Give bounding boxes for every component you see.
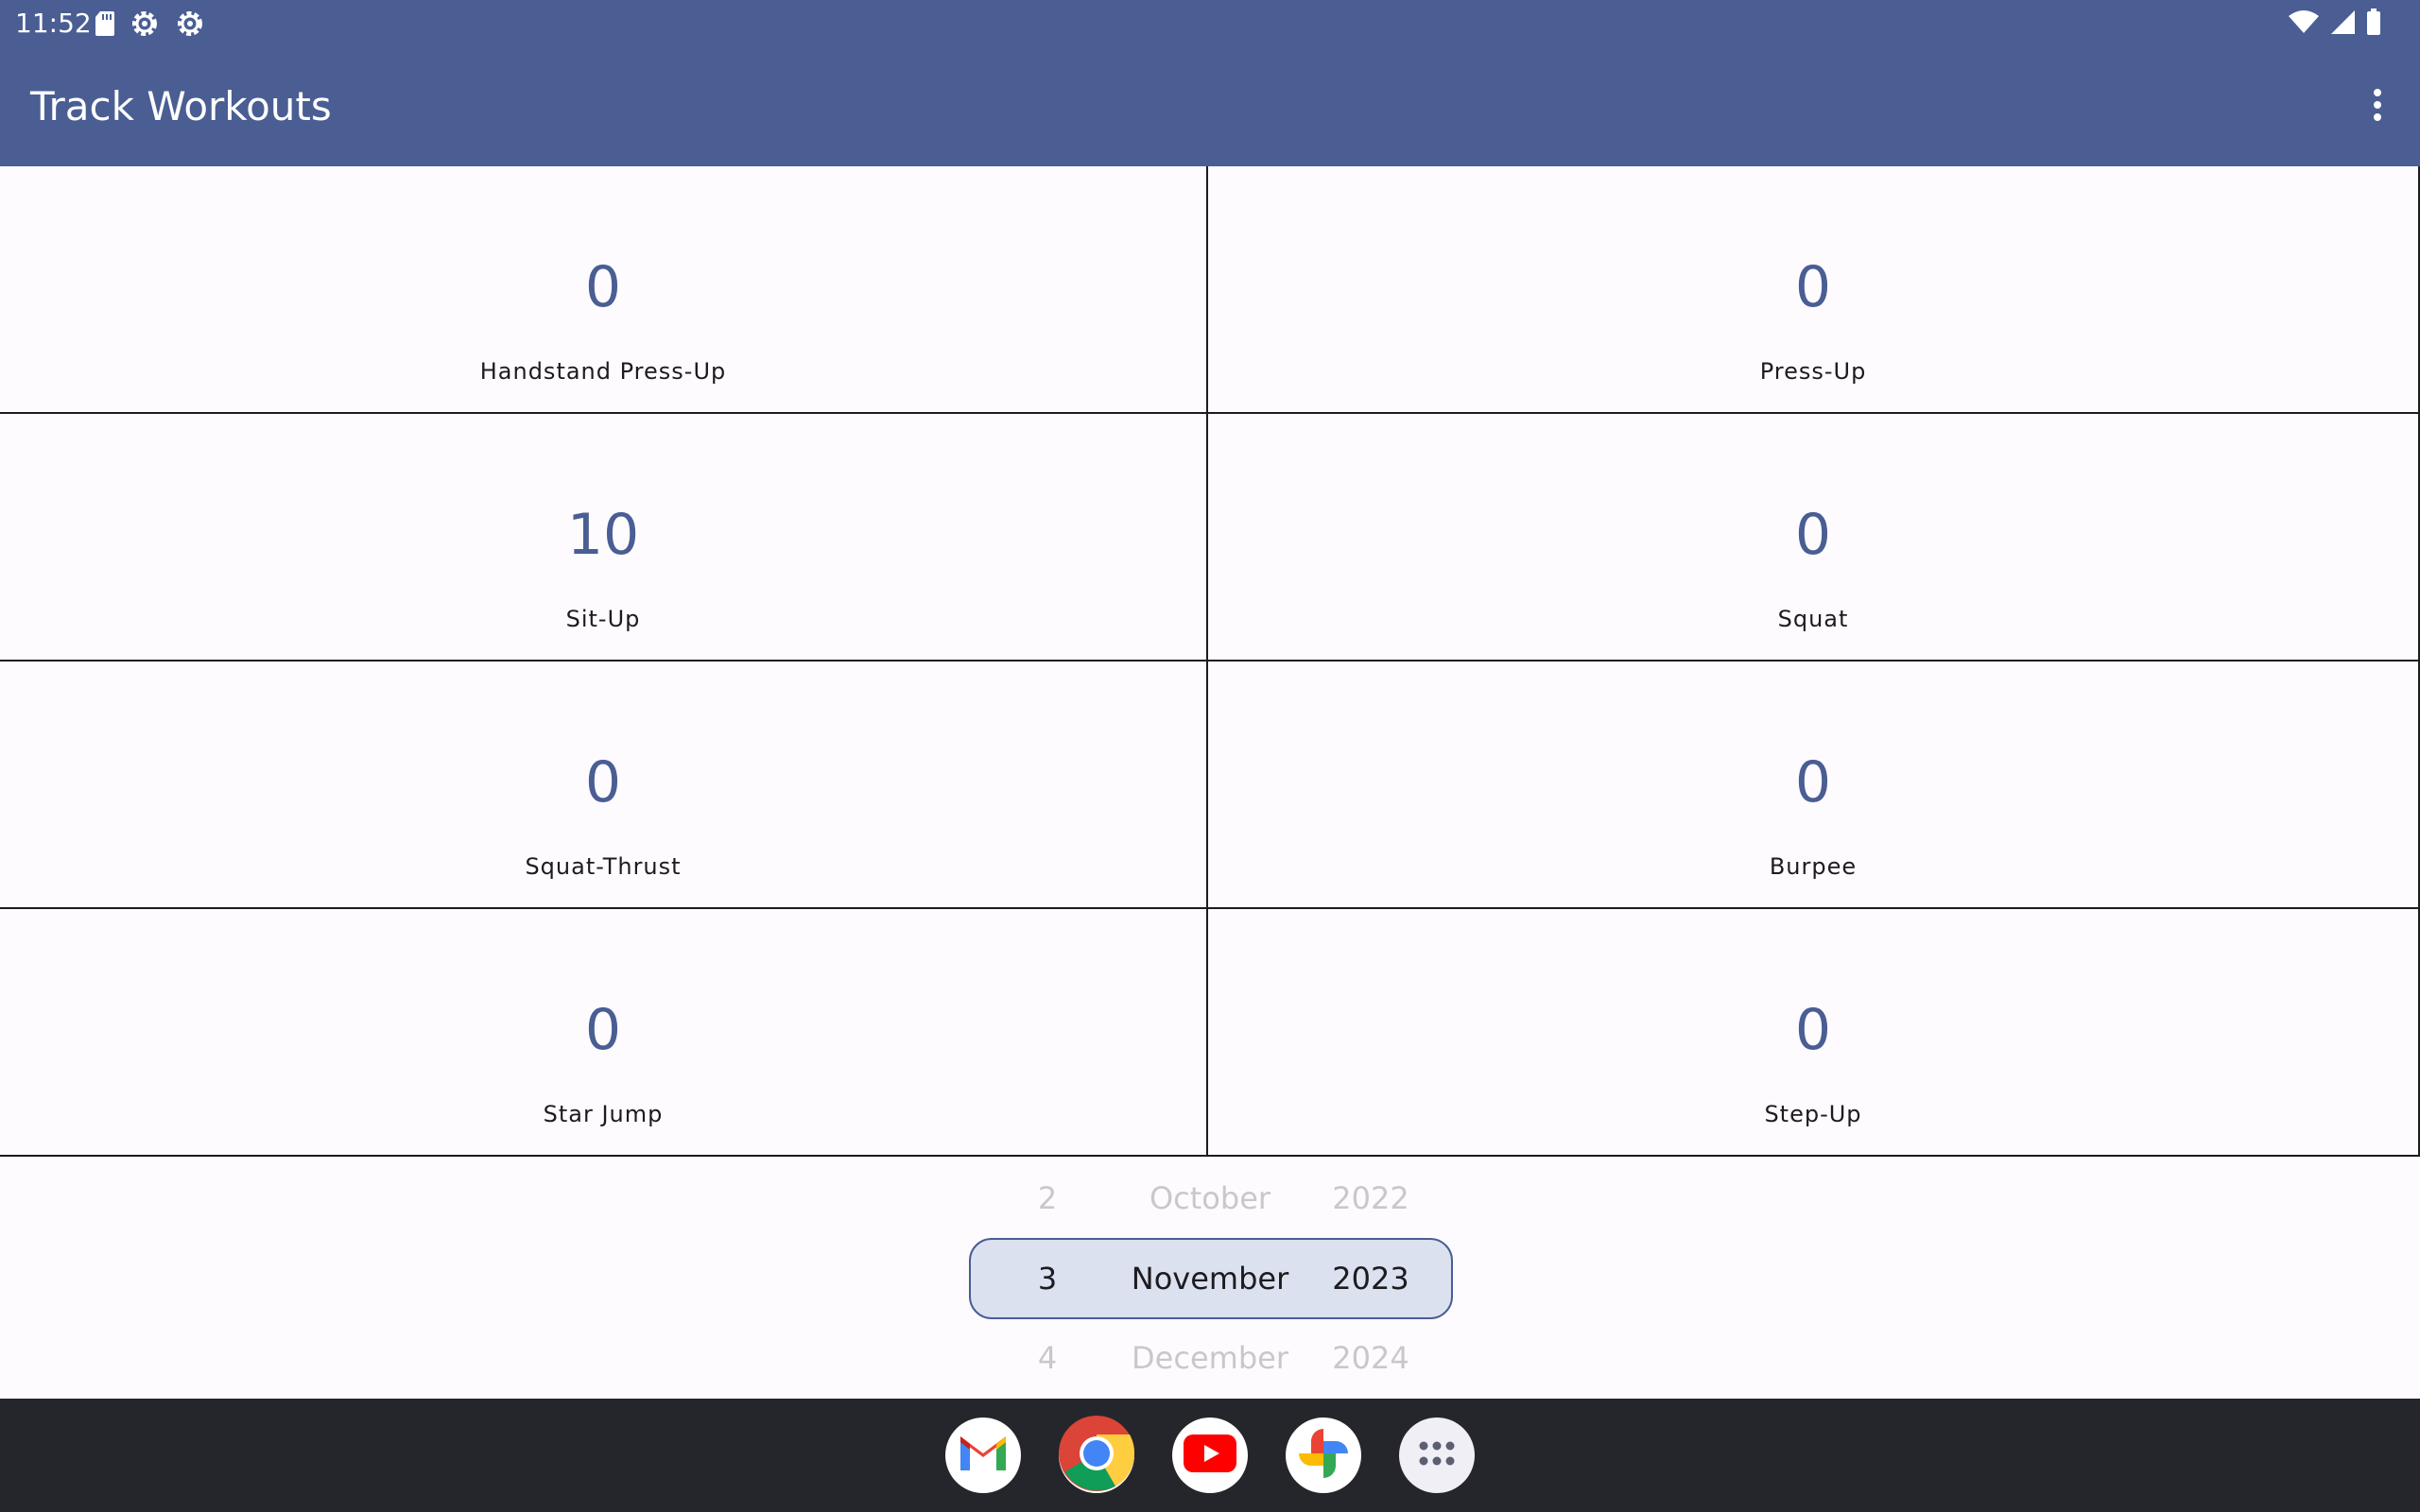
- workout-count: 10: [566, 502, 640, 568]
- workout-count: 0: [1794, 502, 1832, 568]
- photos-icon: [1295, 1425, 1352, 1486]
- year-spinner[interactable]: 2022 2023 2024: [1314, 1157, 1427, 1399]
- workout-tile-squat-thrust[interactable]: 0 Squat-Thrust: [0, 662, 1208, 909]
- workout-tile-handstand-press-up[interactable]: 0 Handstand Press-Up: [0, 166, 1208, 414]
- sd-card-icon: [95, 10, 115, 41]
- wifi-icon: [2288, 9, 2320, 39]
- photos-app-button[interactable]: [1286, 1418, 1361, 1493]
- workout-count: 0: [1794, 997, 1832, 1063]
- workout-tile-squat[interactable]: 0 Squat: [1208, 414, 2420, 662]
- workout-count: 0: [1794, 749, 1832, 816]
- gmail-app-button[interactable]: [945, 1418, 1021, 1493]
- youtube-app-button[interactable]: [1172, 1418, 1248, 1493]
- workout-label: Squat: [1777, 606, 1849, 632]
- top-app-bar: 11:52 Track Workouts: [0, 0, 2420, 166]
- app-drawer-icon: [1418, 1440, 1456, 1470]
- workout-label: Step-Up: [1764, 1101, 1862, 1127]
- settings-gear-icon: [174, 8, 206, 43]
- taskbar-dock: [0, 1399, 2420, 1512]
- youtube-icon: [1184, 1435, 1236, 1476]
- status-time: 11:52: [15, 8, 92, 39]
- app-drawer-button[interactable]: [1399, 1418, 1475, 1493]
- more-vert-icon: [2373, 88, 2382, 126]
- cell-signal-icon: [2329, 9, 2356, 39]
- workout-tile-sit-up[interactable]: 10 Sit-Up: [0, 414, 1208, 662]
- day-prev[interactable]: 2: [1000, 1179, 1095, 1217]
- workout-grid: 0 Handstand Press-Up 0 Press-Up 10 Sit-U…: [0, 166, 2420, 1157]
- chrome-app-button[interactable]: [1059, 1416, 1135, 1495]
- battery-icon: [2365, 8, 2382, 40]
- workout-tile-burpee[interactable]: 0 Burpee: [1208, 662, 2420, 909]
- settings-gear-icon: [129, 8, 161, 43]
- month-current[interactable]: November: [1097, 1260, 1323, 1297]
- day-current[interactable]: 3: [1000, 1260, 1095, 1297]
- workout-label: Handstand Press-Up: [479, 358, 727, 385]
- workout-label: Sit-Up: [565, 606, 641, 632]
- chrome-icon: [1059, 1416, 1135, 1495]
- year-prev[interactable]: 2022: [1314, 1179, 1427, 1217]
- status-icons-left: [95, 8, 206, 43]
- year-next[interactable]: 2024: [1314, 1339, 1427, 1377]
- day-spinner[interactable]: 2 3 4: [1000, 1157, 1095, 1399]
- year-current[interactable]: 2023: [1314, 1260, 1427, 1297]
- workout-count: 0: [1794, 254, 1832, 320]
- workout-count: 0: [584, 997, 622, 1063]
- workout-tile-star-jump[interactable]: 0 Star Jump: [0, 909, 1208, 1157]
- month-next[interactable]: December: [1097, 1339, 1323, 1377]
- workout-tile-press-up[interactable]: 0 Press-Up: [1208, 166, 2420, 414]
- month-spinner[interactable]: October November December: [1097, 1157, 1323, 1399]
- month-prev[interactable]: October: [1097, 1179, 1323, 1217]
- page-title: Track Workouts: [30, 83, 332, 129]
- workout-label: Star Jump: [543, 1101, 664, 1127]
- workout-count: 0: [584, 254, 622, 320]
- status-icons-right: [2288, 8, 2382, 40]
- workout-label: Burpee: [1769, 853, 1858, 880]
- status-bar: 11:52: [0, 0, 2420, 47]
- day-next[interactable]: 4: [1000, 1339, 1095, 1377]
- overflow-menu-button[interactable]: [2354, 83, 2401, 130]
- workout-count: 0: [584, 749, 622, 816]
- gmail-icon: [957, 1433, 1010, 1478]
- workout-label: Squat-Thrust: [525, 853, 682, 880]
- workout-tile-step-up[interactable]: 0 Step-Up: [1208, 909, 2420, 1157]
- workout-label: Press-Up: [1759, 358, 1867, 385]
- date-picker: 2 3 4 October November December 2022 202…: [0, 1157, 2420, 1399]
